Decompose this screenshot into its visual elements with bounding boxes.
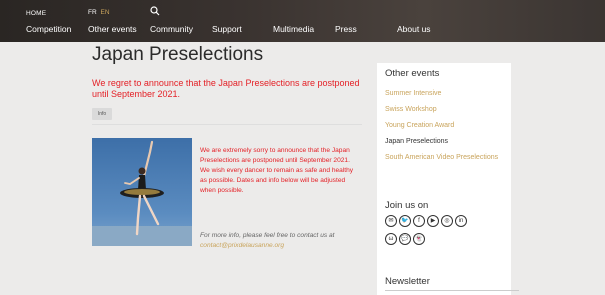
nav-multimedia[interactable]: Multimedia <box>273 24 314 34</box>
page-title: Japan Preselections <box>92 44 264 65</box>
sidebar-title: Other events <box>385 68 440 79</box>
linkedin-icon[interactable]: in <box>455 215 467 227</box>
twitter-icon[interactable]: 🐦 <box>399 215 411 227</box>
youtube-icon[interactable]: ▶ <box>427 215 439 227</box>
contact-email-link[interactable]: contact@prixdelausanne.org <box>200 242 284 249</box>
snapchat-icon[interactable]: 👻 <box>413 233 425 245</box>
weibo-icon[interactable]: ω <box>385 233 397 245</box>
lang-en-link[interactable]: EN <box>100 9 109 16</box>
instagram-icon[interactable]: ◎ <box>441 215 453 227</box>
nav-other-events[interactable]: Other events <box>88 24 137 34</box>
info-tag[interactable]: Info <box>92 108 112 120</box>
announcement-body: We are extremely sorry to announce that … <box>200 147 354 194</box>
sidebar-links: Summer Intensive Swiss Workshop Young Cr… <box>385 86 505 165</box>
social-icons: ✉ 🐦 f ▶ ◎ in ω 💬 👻 <box>385 215 495 251</box>
sidebar-item-summer-intensive[interactable]: Summer Intensive <box>385 86 505 102</box>
divider <box>92 124 362 125</box>
social-title: Join us on <box>385 200 429 211</box>
email-icon[interactable]: ✉ <box>385 215 397 227</box>
facebook-icon[interactable]: f <box>413 215 425 227</box>
nav-competition[interactable]: Competition <box>26 24 71 34</box>
nav-about-us[interactable]: About us <box>397 24 431 34</box>
announcement-text: We regret to announce that the Japan Pre… <box>92 78 360 99</box>
language-switcher: FR EN <box>88 9 110 16</box>
nav-community[interactable]: Community <box>150 24 193 34</box>
sidebar-item-south-american-video-preselections[interactable]: South American Video Preselections <box>385 150 505 165</box>
contact-prefix: For more info, please feel free to conta… <box>200 232 335 239</box>
home-link[interactable]: HOME <box>26 10 46 17</box>
nav-press[interactable]: Press <box>335 24 357 34</box>
wechat-icon[interactable]: 💬 <box>399 233 411 245</box>
sidebar-item-young-creation-award[interactable]: Young Creation Award <box>385 118 505 134</box>
lang-fr-link[interactable]: FR <box>88 9 97 16</box>
contact-info: For more info, please feel free to conta… <box>200 231 370 251</box>
nav-support[interactable]: Support <box>212 24 242 34</box>
newsletter-input[interactable] <box>385 290 519 295</box>
search-icon[interactable] <box>150 6 160 16</box>
site-header: HOME FR EN Competition Other events Comm… <box>0 0 605 42</box>
sidebar-item-swiss-workshop[interactable]: Swiss Workshop <box>385 102 505 118</box>
sidebar-item-japan-preselections[interactable]: Japan Preselections <box>385 134 505 150</box>
dancer-photo <box>92 138 192 246</box>
newsletter-title: Newsletter <box>385 276 430 287</box>
